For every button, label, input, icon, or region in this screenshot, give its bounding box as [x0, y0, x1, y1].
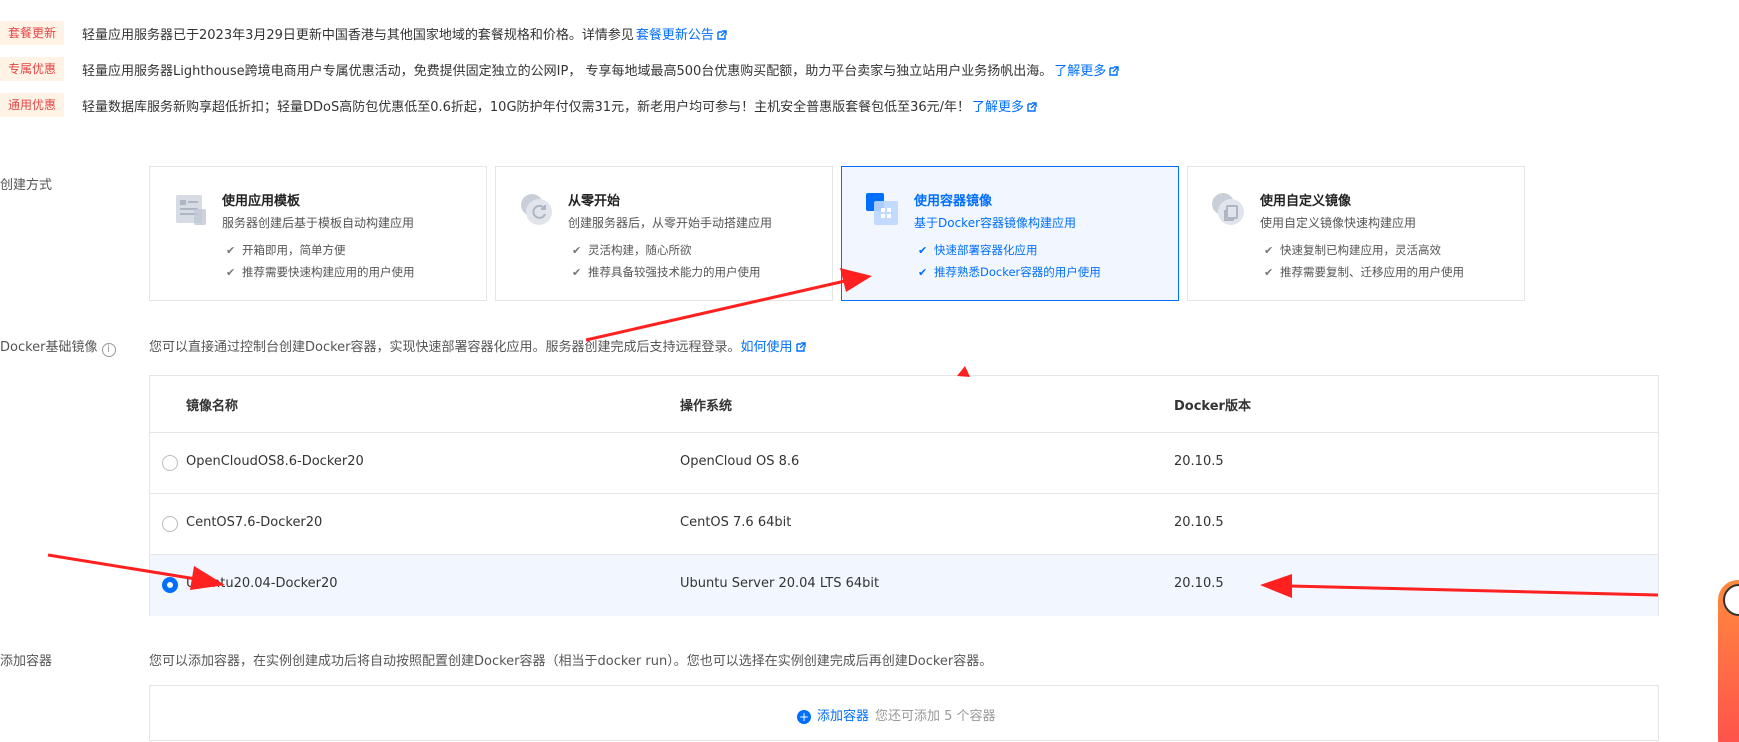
card-title: 从零开始: [568, 194, 621, 209]
docker-image-table: 镜像名称 操作系统 Docker版本 OpenCloudOS8.6-Docker…: [149, 375, 1659, 616]
card-desc: 创建服务器后，从零开始手动搭建应用: [568, 216, 773, 230]
notice-badge: 通用优惠: [0, 93, 65, 117]
add-container-description: 您可以添加容器，在实例创建成功后将自动按照配置创建Docker容器（相当于doc…: [149, 654, 993, 669]
image-docker-version: 20.10.5: [1174, 576, 1224, 591]
docker-image-label: Docker基础镜像 i: [0, 336, 116, 357]
notice-link[interactable]: 了解更多: [1054, 64, 1106, 79]
table-row[interactable]: CentOS7.6-Docker20 CentOS 7.6 64bit 20.1…: [150, 494, 1658, 555]
card-desc: 基于Docker容器镜像构建应用: [914, 216, 1077, 230]
card-desc: 服务器创建后基于模板自动构建应用: [222, 216, 415, 230]
table-row[interactable]: Ubuntu20.04-Docker20 Ubuntu Server 20.04…: [150, 555, 1658, 616]
column-header-image-name: 镜像名称: [186, 399, 239, 414]
card-desc: 使用自定义镜像快速构建应用: [1260, 216, 1417, 230]
container-image-icon: [866, 193, 898, 225]
app-template-icon: [176, 195, 206, 225]
add-container-box: + 添加容器 您还可添加 5 个容器: [149, 685, 1659, 741]
card-feature: ✔ 开箱即用，简单方便: [226, 243, 346, 257]
card-custom-image[interactable]: 使用自定义镜像 使用自定义镜像快速构建应用 ✔ 快速复制已构建应用，灵活高效 ✔ 推…: [1187, 166, 1525, 301]
card-feature: ✔ 灵活构建，随心所欲: [572, 243, 692, 257]
card-feature: ✔ 推荐需要复制、迁移应用的用户使用: [1264, 265, 1464, 279]
add-container-hint: 您还可添加 5 个容器: [875, 709, 996, 724]
image-os: CentOS 7.6 64bit: [680, 515, 792, 530]
column-header-os: 操作系统: [680, 399, 733, 414]
docker-image-description: 您可以直接通过控制台创建Docker容器，实现快速部署容器化应用。服务器创建完成…: [149, 336, 806, 355]
column-header-docker-version: Docker版本: [1174, 399, 1251, 414]
card-feature: ✔ 快速复制已构建应用，灵活高效: [1264, 243, 1441, 257]
image-os: OpenCloud OS 8.6: [680, 454, 800, 469]
image-name: OpenCloudOS8.6-Docker20: [186, 454, 364, 469]
notice-badge: 套餐更新: [0, 21, 65, 45]
card-feature: ✔ 推荐具备较强技术能力的用户使用: [572, 265, 761, 279]
check-icon: ✔: [918, 266, 928, 279]
create-method-label: 创建方式: [0, 178, 53, 193]
card-container-image[interactable]: 使用容器镜像 基于Docker容器镜像构建应用 ✔ 快速部署容器化应用 ✔ 推荐熟悉…: [841, 166, 1179, 301]
notice-general-offer: 通用优惠 轻量数据库服务新购享超低折扣；轻量DDoS高防包优惠低至0.6折起，1…: [0, 93, 1037, 117]
external-link-icon[interactable]: [795, 342, 806, 352]
add-container-label: 添加容器: [0, 654, 53, 669]
info-icon[interactable]: i: [101, 343, 116, 357]
image-docker-version: 20.10.5: [1174, 454, 1224, 469]
add-container-button[interactable]: + 添加容器 您还可添加 5 个容器: [797, 705, 996, 724]
check-icon: ✔: [918, 244, 928, 257]
notice-text: 轻量应用服务器已于2023年3月29日更新中国香港与其他国家地域的套餐规格和价格…: [82, 24, 727, 43]
card-title: 使用容器镜像: [914, 194, 993, 209]
check-icon: ✔: [1264, 244, 1274, 257]
card-feature: ✔ 快速部署容器化应用: [918, 243, 1038, 257]
external-link-icon[interactable]: [717, 29, 727, 40]
card-feature: ✔ 推荐需要快速构建应用的用户使用: [226, 265, 415, 279]
check-icon: ✔: [226, 266, 236, 279]
notice-text: 轻量数据库服务新购享超低折扣；轻量DDoS高防包优惠低至0.6折起，10G防护年…: [82, 96, 1037, 115]
image-docker-version: 20.10.5: [1174, 515, 1224, 530]
notice-badge: 专属优惠: [0, 57, 65, 81]
external-link-icon[interactable]: [1027, 101, 1037, 112]
check-icon: ✔: [572, 266, 582, 279]
plus-icon: +: [797, 710, 811, 724]
image-os: Ubuntu Server 20.04 LTS 64bit: [680, 576, 880, 591]
radio-button[interactable]: [162, 516, 178, 532]
card-feature: ✔ 推荐熟悉Docker容器的用户使用: [918, 265, 1101, 279]
notice-link[interactable]: 套餐更新公告: [636, 28, 714, 43]
custom-image-icon: [1212, 193, 1244, 225]
table-header: 镜像名称 操作系统 Docker版本: [150, 376, 1658, 433]
image-name: CentOS7.6-Docker20: [186, 515, 323, 530]
notice-link[interactable]: 了解更多: [972, 100, 1024, 115]
radio-button[interactable]: [162, 577, 178, 593]
card-title: 使用应用模板: [222, 194, 301, 209]
image-name: Ubuntu20.04-Docker20: [186, 576, 338, 591]
check-icon: ✔: [1264, 266, 1274, 279]
how-to-use-link[interactable]: 如何使用: [741, 340, 793, 355]
notice-text: 轻量应用服务器Lighthouse跨境电商用户专属优惠活动，免费提供固定独立的公…: [82, 60, 1120, 79]
from-scratch-icon: [521, 194, 552, 225]
notice-package-update: 套餐更新 轻量应用服务器已于2023年3月29日更新中国香港与其他国家地域的套餐…: [0, 21, 727, 45]
card-from-scratch[interactable]: 从零开始 创建服务器后，从零开始手动搭建应用 ✔ 灵活构建，随心所欲 ✔ 推荐具备较…: [495, 166, 833, 301]
radio-button[interactable]: [162, 455, 178, 471]
check-icon: ✔: [572, 244, 582, 257]
check-icon: ✔: [226, 244, 236, 257]
notice-exclusive-offer: 专属优惠 轻量应用服务器Lighthouse跨境电商用户专属优惠活动，免费提供固…: [0, 57, 1120, 81]
external-link-icon[interactable]: [1109, 65, 1120, 76]
card-app-template[interactable]: 使用应用模板 服务器创建后基于模板自动构建应用 ✔ 开箱即用，简单方便 ✔ 推荐需要…: [149, 166, 487, 301]
table-row[interactable]: OpenCloudOS8.6-Docker20 OpenCloud OS 8.6…: [150, 433, 1658, 494]
card-title: 使用自定义镜像: [1260, 194, 1352, 209]
